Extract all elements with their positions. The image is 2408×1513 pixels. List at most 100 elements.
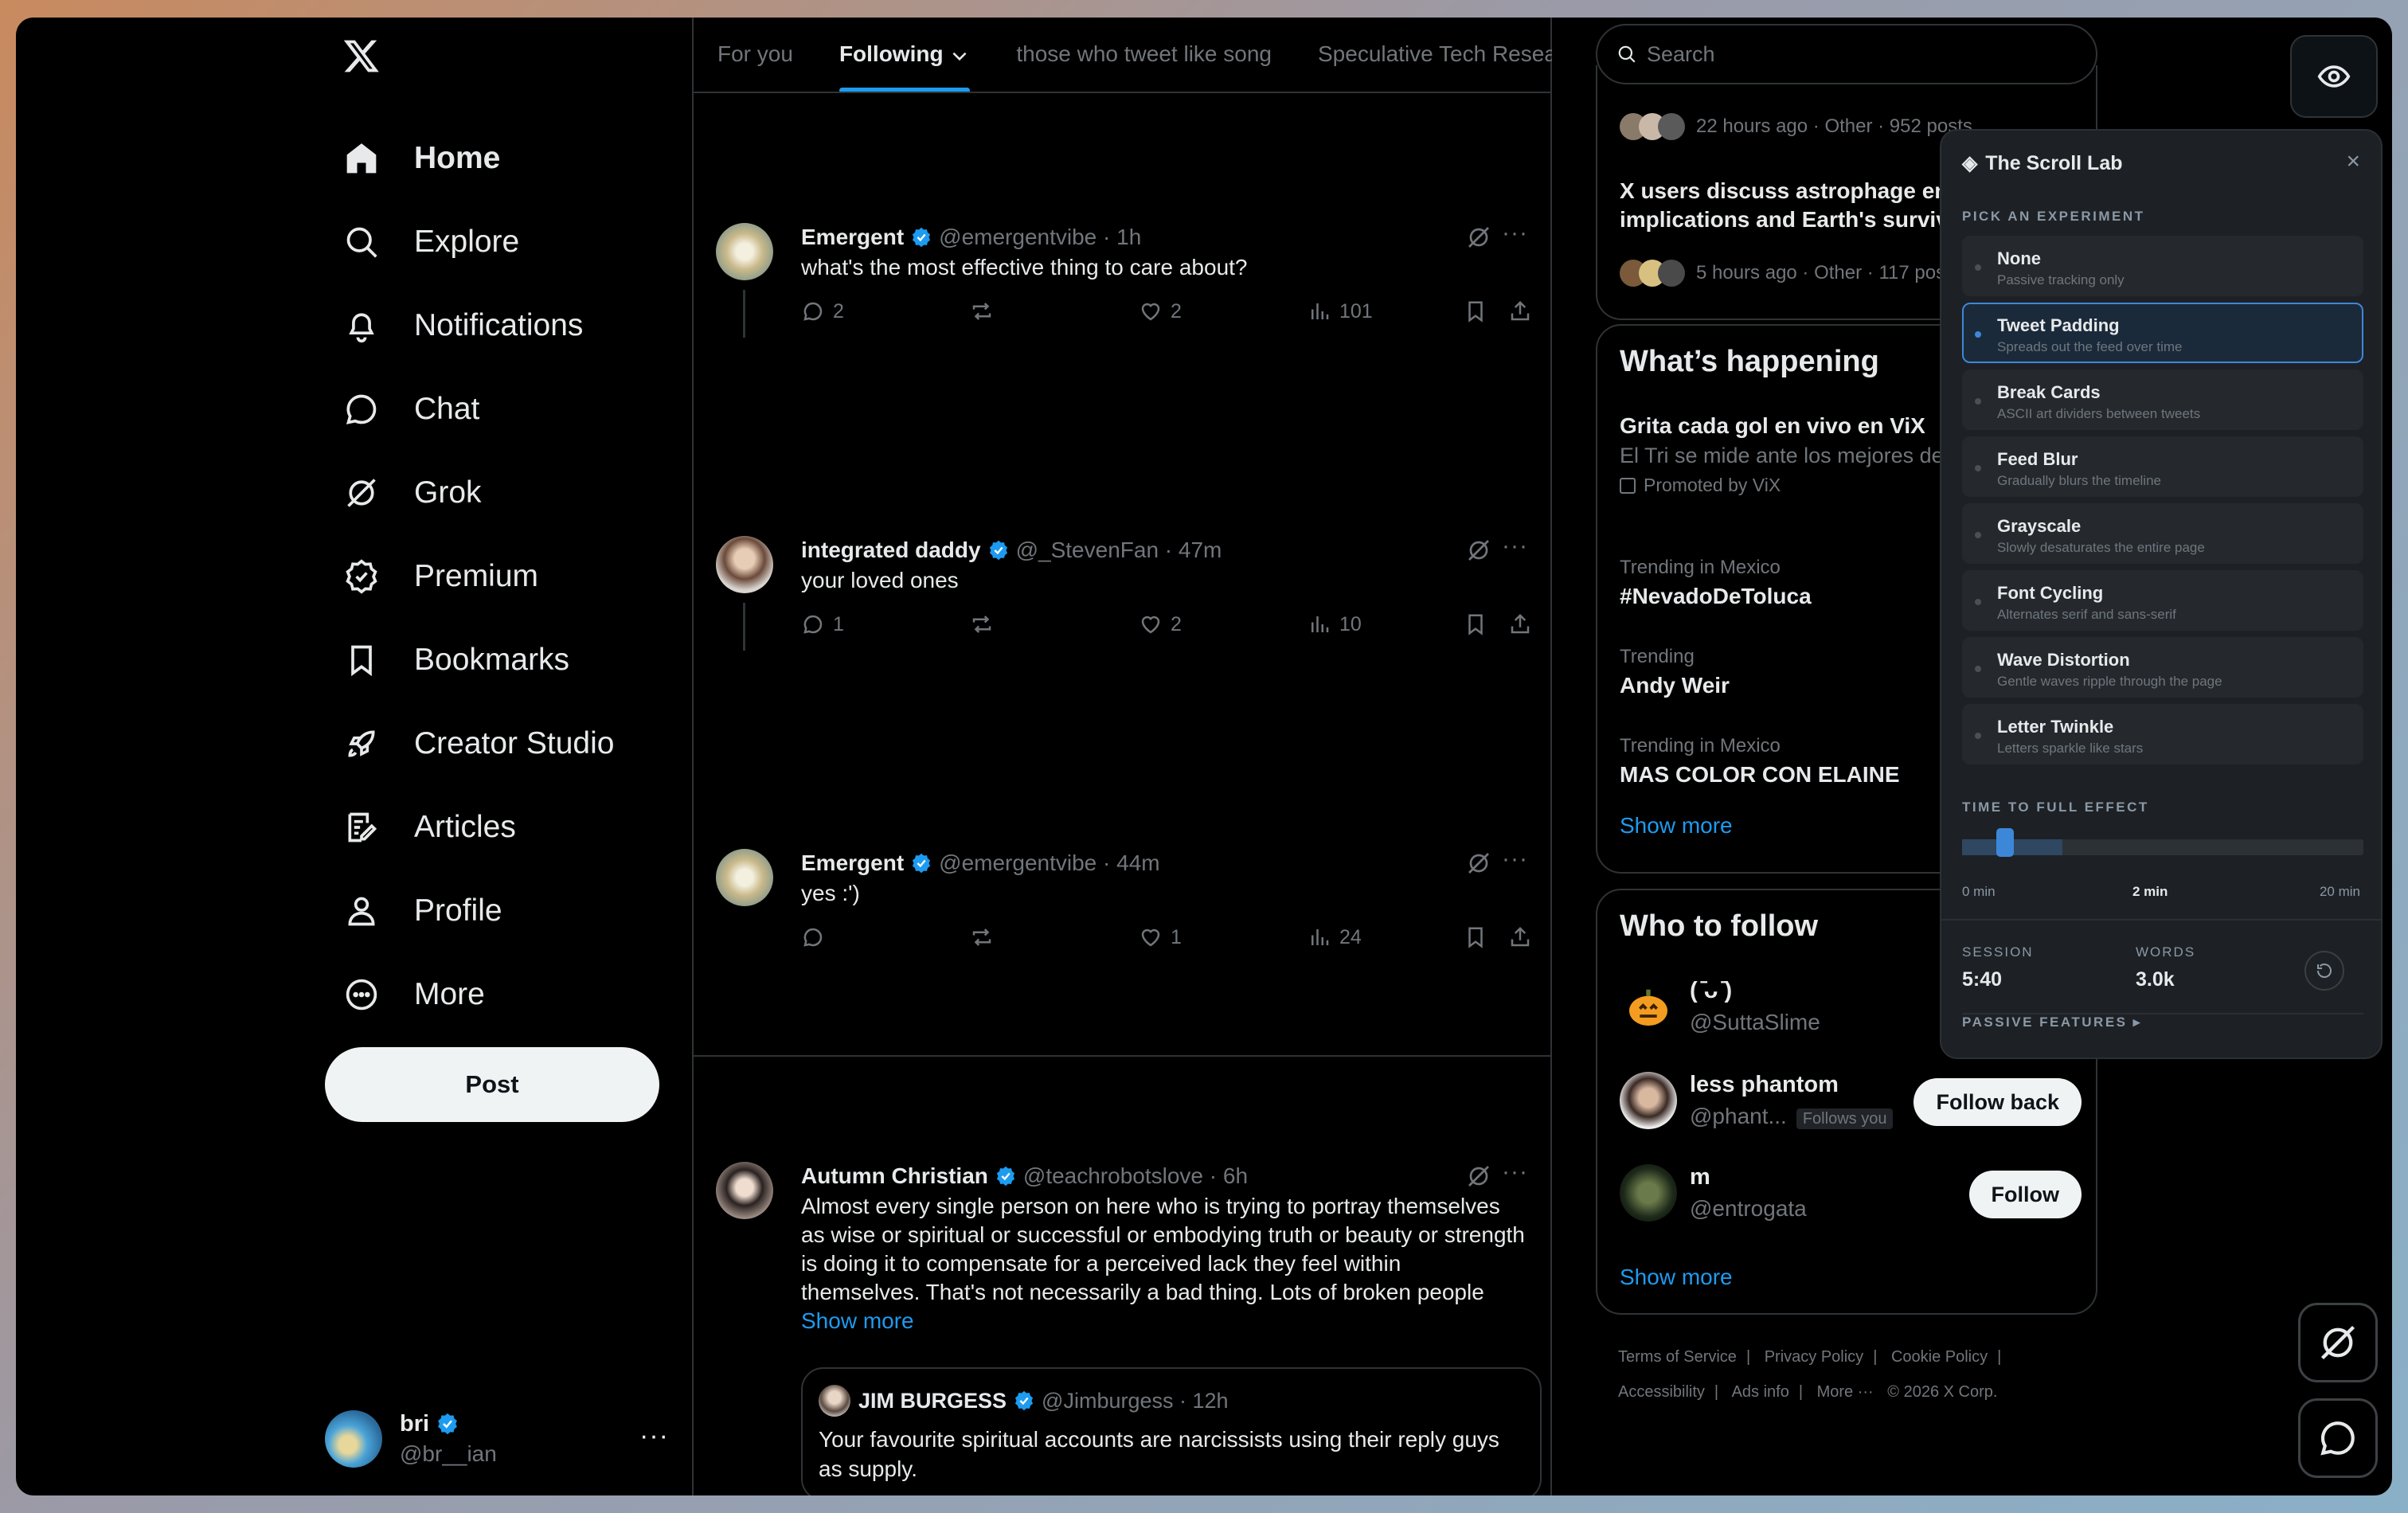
tweet-more-icon[interactable]: ··· (1502, 220, 1528, 247)
nav-more[interactable]: More (342, 963, 485, 1026)
nav-profile[interactable]: Profile (342, 879, 502, 943)
passive-features-toggle[interactable]: PASSIVE FEATURES ▸ (1962, 1013, 2363, 1030)
avatar[interactable] (716, 536, 773, 593)
experiment-option[interactable]: Tweet Padding Spreads out the feed over t… (1962, 303, 2363, 363)
tweet-time[interactable]: · 44m (1103, 850, 1160, 876)
nav-premium[interactable]: Premium (342, 545, 538, 608)
share-button[interactable] (1508, 612, 1532, 636)
show-more-link[interactable]: Show more (1620, 1265, 1733, 1290)
reply-button[interactable] (801, 925, 825, 949)
bookmark-button[interactable] (1464, 299, 1487, 323)
grok-icon[interactable] (1466, 1163, 1491, 1189)
views-button[interactable]: 24 (1308, 925, 1362, 949)
retweet-button[interactable] (970, 925, 994, 949)
views-button[interactable]: 10 (1308, 612, 1362, 636)
time-slider-track[interactable] (1962, 839, 2363, 855)
footer-link[interactable]: More ··· (1817, 1383, 1874, 1401)
tweet[interactable]: Emergent @emergentvibe · 1h ··· what's t… (694, 220, 1552, 366)
trend-item[interactable]: Trending in Mexico #NevadoDeToluca (1620, 557, 1812, 609)
nav-explore[interactable]: Explore (342, 210, 519, 274)
x-logo-icon[interactable] (342, 37, 381, 76)
tweet[interactable]: Autumn Christian @teachrobotslove · 6h ·… (694, 1159, 1552, 1495)
like-button[interactable]: 1 (1139, 925, 1182, 949)
retweet-button[interactable] (970, 299, 994, 323)
experiment-option[interactable]: Grayscale Slowly desaturates the entire p… (1962, 503, 2363, 564)
tab-speculative-tech[interactable]: Speculative Tech Resea (1318, 18, 1552, 92)
avatar[interactable] (716, 1162, 773, 1219)
tweet-handle[interactable]: @emergentvibe (939, 850, 1096, 876)
nav-chat[interactable]: Chat (342, 377, 479, 441)
follow-suggestion[interactable]: m @entrogata Follow (1620, 1164, 2082, 1236)
tweet-more-icon[interactable]: ··· (1502, 533, 1528, 560)
tab-for-you[interactable]: For you (717, 18, 793, 92)
grok-icon[interactable] (1466, 538, 1491, 563)
tweet[interactable]: integrated daddy @_StevenFan · 47m ··· y… (694, 533, 1552, 679)
tweet-more-icon[interactable]: ··· (1502, 1159, 1528, 1186)
follow-suggestion[interactable]: less phantom @phant... Follows you Follow… (1620, 1072, 2082, 1144)
nav-notifications[interactable]: Notifications (342, 294, 583, 358)
quoted-tweet[interactable]: JIM BURGESS @Jimburgess · 12h Your favou… (801, 1367, 1542, 1495)
share-button[interactable] (1508, 925, 1532, 949)
show-more-link[interactable]: Show more (1620, 813, 1733, 839)
promoted-trend[interactable]: Grita cada gol en vivo en ViX El Tri se … (1620, 413, 1944, 496)
like-button[interactable]: 2 (1139, 299, 1182, 323)
footer-link[interactable]: Cookie Policy (1891, 1348, 1988, 1366)
nav-grok[interactable]: Grok (342, 461, 482, 525)
tweet-time[interactable]: · 47m (1165, 538, 1222, 563)
nav-bookmarks[interactable]: Bookmarks (342, 628, 569, 692)
quote-time[interactable]: · 12h (1179, 1389, 1229, 1413)
experiment-option[interactable]: Break Cards ASCII art dividers between tw… (1962, 369, 2363, 430)
experiment-option[interactable]: None Passive tracking only (1962, 236, 2363, 296)
tweet-author-name[interactable]: Emergent (801, 225, 904, 250)
tweet-author-name[interactable]: Emergent (801, 850, 904, 876)
follow-back-button[interactable]: Follow back (1914, 1078, 2082, 1126)
nav-creator-studio[interactable]: Creator Studio (342, 712, 614, 776)
trend-item[interactable]: Trending in Mexico MAS COLOR CON ELAINE (1620, 735, 1900, 788)
close-icon[interactable]: × (2346, 148, 2360, 175)
reply-button[interactable]: 2 (801, 299, 844, 323)
avatar[interactable] (716, 849, 773, 906)
time-slider-thumb[interactable] (1996, 828, 2015, 857)
views-button[interactable]: 101 (1308, 299, 1373, 323)
experiment-option[interactable]: Wave Distortion Gentle waves ripple throu… (1962, 637, 2363, 698)
post-button[interactable]: Post (325, 1047, 659, 1122)
show-more-link[interactable]: Show more (801, 1308, 914, 1333)
footer-link[interactable]: Ads info (1732, 1383, 1789, 1401)
tweet-handle[interactable]: @_StevenFan (1016, 538, 1159, 563)
footer-link[interactable]: Privacy Policy (1765, 1348, 1863, 1366)
grok-fab-button[interactable] (2298, 1303, 2378, 1382)
grok-icon[interactable] (1466, 225, 1491, 250)
trend-item[interactable]: Trending Andy Weir (1620, 646, 1730, 698)
reply-button[interactable]: 1 (801, 612, 844, 636)
tweet-handle[interactable]: @emergentvibe (939, 225, 1096, 250)
tab-following[interactable]: Following (838, 18, 971, 92)
tweet-handle[interactable]: @teachrobotslove (1023, 1163, 1203, 1189)
bookmark-button[interactable] (1464, 612, 1487, 636)
avatar[interactable] (716, 223, 773, 280)
experiment-option[interactable]: Feed Blur Gradually blurs the timeline (1962, 436, 2363, 497)
account-more-icon[interactable]: ··· (639, 1421, 669, 1452)
nav-home[interactable]: Home (342, 127, 500, 190)
grok-icon[interactable] (1466, 850, 1491, 876)
scroll-lab-toggle-button[interactable] (2290, 35, 2378, 118)
tweet-more-icon[interactable]: ··· (1502, 846, 1528, 873)
share-button[interactable] (1508, 299, 1532, 323)
search-input[interactable]: Search (1596, 24, 2097, 84)
tweet-time[interactable]: · 1h (1103, 225, 1141, 250)
account-switcher[interactable]: bri @br__ian ··· (325, 1403, 675, 1475)
retweet-button[interactable] (970, 612, 994, 636)
tweet-author-name[interactable]: Autumn Christian (801, 1163, 988, 1189)
quote-handle[interactable]: @Jimburgess (1042, 1389, 1173, 1413)
nav-articles[interactable]: Articles (342, 796, 516, 859)
experiment-option[interactable]: Letter Twinkle Letters sparkle like stars (1962, 704, 2363, 764)
tweet-author-name[interactable]: integrated daddy (801, 538, 981, 563)
messages-fab-button[interactable] (2298, 1398, 2378, 1478)
quote-author-name[interactable]: JIM BURGESS (858, 1389, 1007, 1413)
bookmark-button[interactable] (1464, 925, 1487, 949)
follow-button[interactable]: Follow (1968, 1171, 2082, 1218)
like-button[interactable]: 2 (1139, 612, 1182, 636)
footer-link[interactable]: Terms of Service (1618, 1348, 1737, 1366)
experiment-option[interactable]: Font Cycling Alternates serif and sans-se… (1962, 570, 2363, 631)
footer-link[interactable]: Accessibility (1618, 1383, 1705, 1401)
tab-those-who-tweet-like-song[interactable]: those who tweet like song (1016, 18, 1272, 92)
